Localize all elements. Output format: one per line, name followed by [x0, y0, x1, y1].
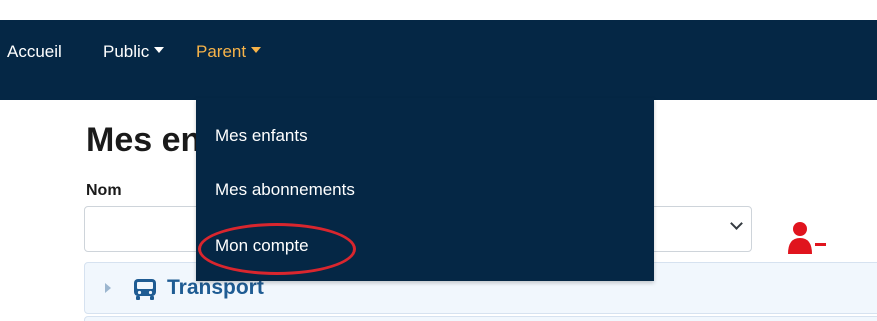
caret-down-icon — [251, 47, 262, 53]
page-title: Mes en — [86, 121, 202, 159]
nav-parent-label: Parent — [196, 42, 247, 61]
nav-home[interactable]: Accueil — [7, 42, 62, 62]
bus-icon — [134, 279, 156, 300]
nav-public[interactable]: Public — [103, 42, 165, 62]
dropdown-item-mes-abonnements[interactable]: Mes abonnements — [215, 180, 355, 200]
dropdown-item-mes-enfants[interactable]: Mes enfants — [215, 126, 308, 146]
caret-down-icon — [154, 47, 165, 53]
user-minus-icon[interactable] — [788, 220, 828, 256]
chevron-down-icon — [730, 217, 743, 230]
nav-public-label: Public — [103, 42, 150, 61]
accordion-next[interactable] — [84, 316, 877, 321]
caret-right-icon — [105, 283, 111, 293]
nav-parent[interactable]: Parent — [196, 42, 262, 62]
parent-dropdown-menu: Mes enfants Mes abonnements Mon compte — [196, 98, 654, 281]
dropdown-item-mon-compte[interactable]: Mon compte — [215, 236, 309, 256]
nom-label: Nom — [86, 182, 122, 199]
